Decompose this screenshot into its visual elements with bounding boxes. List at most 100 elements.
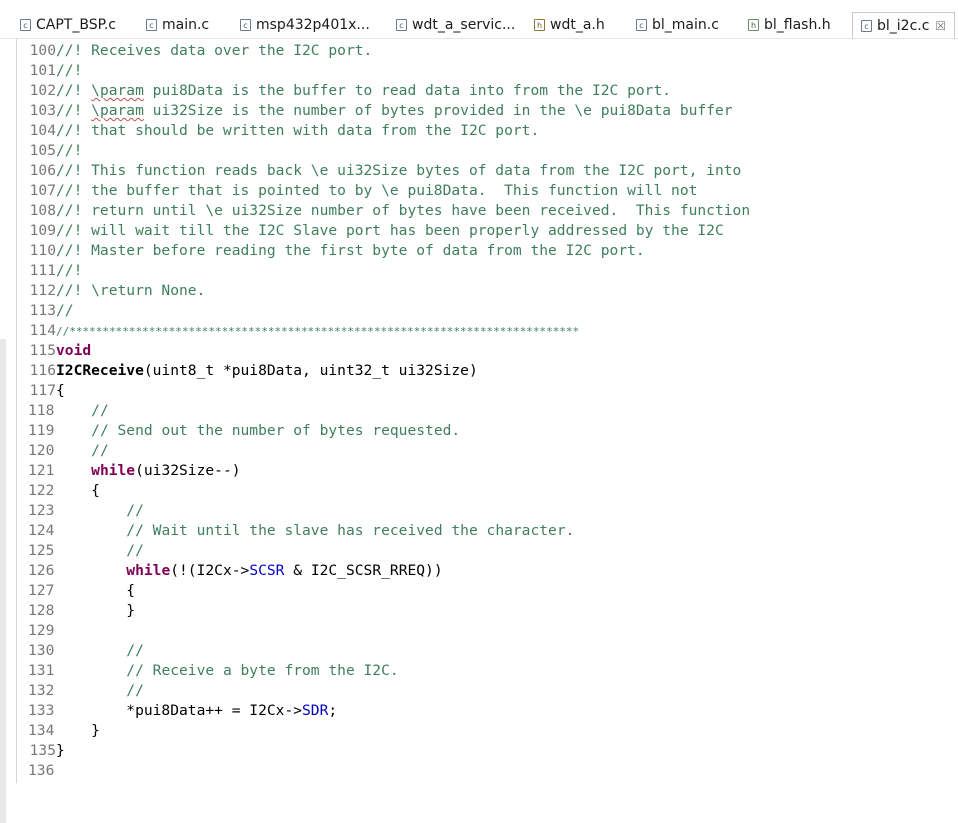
line-number: 105	[29, 142, 56, 159]
code-line[interactable]: 123 //	[18, 501, 958, 521]
code-token: pui8Data is the buffer to read data into…	[143, 82, 672, 99]
code-text: // Wait until the slave has received the…	[56, 522, 574, 539]
code-line[interactable]: 130 //	[18, 641, 958, 661]
code-text: // Receive a byte from the I2C.	[56, 662, 399, 679]
code-text: //! will wait till the I2C Slave port ha…	[56, 222, 724, 239]
code-line[interactable]: 112//! \return None.	[18, 281, 958, 301]
code-line[interactable]: 114//***********************************…	[18, 321, 958, 341]
line-number: 104	[29, 122, 56, 139]
code-token: //!	[56, 262, 83, 279]
code-line[interactable]: 124 // Wait until the slave has received…	[18, 521, 958, 541]
code-text: }	[56, 742, 65, 759]
code-line[interactable]: 110//! Master before reading the first b…	[18, 241, 958, 261]
c-file-icon: c	[20, 19, 31, 31]
line-number: 130	[28, 642, 55, 659]
code-token: //	[56, 302, 74, 319]
code-line[interactable]: 107//! the buffer that is pointed to by …	[18, 181, 958, 201]
tab-label: CAPT_BSP.c	[36, 17, 117, 33]
code-text: //	[56, 502, 144, 519]
code-text: //! \param ui32Size is the number of byt…	[56, 102, 733, 119]
editor-tab-bar: c CAPT_BSP.c c main.c c msp432p401x... c…	[0, 0, 958, 40]
tab-bl-i2c[interactable]: c bl_i2c.c ☒	[852, 12, 956, 40]
code-line[interactable]: 120 //	[18, 441, 958, 461]
code-line[interactable]: 117{	[18, 381, 958, 401]
code-token: // Wait until the slave has received the…	[126, 522, 575, 539]
line-number: 111	[29, 262, 56, 279]
code-line[interactable]: 121 while(ui32Size--)	[18, 461, 958, 481]
code-line[interactable]: 109//! will wait till the I2C Slave port…	[18, 221, 958, 241]
code-line[interactable]: 108//! return until \e ui32Size number o…	[18, 201, 958, 221]
tab-wdt-a-h[interactable]: h wdt_a.h	[534, 13, 605, 37]
code-text: //	[56, 542, 144, 559]
code-editor[interactable]: 100//! Receives data over the I2C port. 1…	[18, 41, 958, 781]
code-line[interactable]: 104//! that should be written with data …	[18, 121, 958, 141]
code-line[interactable]: 136	[18, 761, 958, 781]
code-line[interactable]: 103//! \param ui32Size is the number of …	[18, 101, 958, 121]
line-number: 103	[29, 102, 56, 119]
tab-bl-main[interactable]: c bl_main.c	[636, 13, 719, 37]
code-line[interactable]: 100//! Receives data over the I2C port.	[18, 41, 958, 61]
line-number: 131	[28, 662, 55, 679]
code-token: \param	[91, 82, 144, 99]
code-line[interactable]: 129	[18, 621, 958, 641]
code-text: //	[56, 682, 144, 699]
close-tab-icon[interactable]: ☒	[935, 19, 946, 33]
code-line[interactable]: 101//!	[18, 61, 958, 81]
code-token: //	[91, 442, 109, 459]
line-number: 112	[29, 282, 56, 299]
code-line[interactable]: 105//!	[18, 141, 958, 161]
code-text: //! This function reads back \e ui32Size…	[56, 162, 741, 179]
code-text: //	[56, 402, 109, 419]
code-line[interactable]: 134 }	[18, 721, 958, 741]
code-token: SCSR	[249, 562, 285, 579]
code-token: //	[126, 682, 144, 699]
left-gutter	[0, 39, 8, 823]
code-token: //!	[56, 102, 92, 119]
code-token: & I2C_SCSR_RREQ))	[284, 562, 443, 579]
code-token: while	[126, 562, 171, 579]
tab-label: wdt_a.h	[550, 17, 605, 33]
tab-msp432[interactable]: c msp432p401x...	[240, 13, 370, 37]
code-line[interactable]: 135}	[18, 741, 958, 761]
tab-wdt-a-service[interactable]: c wdt_a_servic...	[396, 13, 515, 37]
code-line[interactable]: 128 }	[18, 601, 958, 621]
h-file-icon: h	[748, 19, 759, 31]
line-number: 115	[29, 342, 56, 359]
code-line[interactable]: 132 //	[18, 681, 958, 701]
line-number: 114	[29, 322, 56, 339]
tab-bl-flash[interactable]: h bl_flash.h	[748, 13, 831, 37]
code-line[interactable]: 122 {	[18, 481, 958, 501]
code-line[interactable]: 111//!	[18, 261, 958, 281]
c-file-icon: c	[636, 19, 647, 31]
code-token: //	[91, 402, 109, 419]
c-file-icon: c	[146, 19, 157, 31]
code-line[interactable]: 116I2CReceive(uint8_t *pui8Data, uint32_…	[18, 361, 958, 381]
code-line[interactable]: 106//! This function reads back \e ui32S…	[18, 161, 958, 181]
code-line[interactable]: 127 {	[18, 581, 958, 601]
code-token: //! Receives data over the I2C port.	[56, 42, 373, 59]
tab-capt-bsp[interactable]: c CAPT_BSP.c	[20, 13, 116, 37]
line-number: 124	[28, 522, 55, 539]
code-line[interactable]: 133 *pui8Data++ = I2Cx->SDR;	[18, 701, 958, 721]
line-number: 135	[29, 742, 56, 759]
code-token: (!(I2Cx->	[170, 562, 250, 579]
code-line[interactable]: 102//! \param pui8Data is the buffer to …	[18, 81, 958, 101]
tab-label: main.c	[162, 17, 210, 33]
code-token: (uint8_t *pui8Data, uint32_t ui32Size)	[143, 362, 478, 379]
tab-label: bl_main.c	[652, 17, 719, 33]
overview-ruler-mark	[0, 339, 6, 823]
code-text: //!	[56, 262, 82, 279]
code-line[interactable]: 113//	[18, 301, 958, 321]
tab-main[interactable]: c main.c	[146, 13, 209, 37]
code-line[interactable]: 125 //	[18, 541, 958, 561]
code-line[interactable]: 118 //	[18, 401, 958, 421]
code-token: // Receive a byte from the I2C.	[126, 662, 399, 679]
code-line[interactable]: 115void	[18, 341, 958, 361]
code-line[interactable]: 131 // Receive a byte from the I2C.	[18, 661, 958, 681]
code-line[interactable]: 119 // Send out the number of bytes requ…	[18, 421, 958, 441]
code-line[interactable]: 126 while(!(I2Cx->SCSR & I2C_SCSR_RREQ))	[18, 561, 958, 581]
code-text: //!	[56, 62, 82, 79]
